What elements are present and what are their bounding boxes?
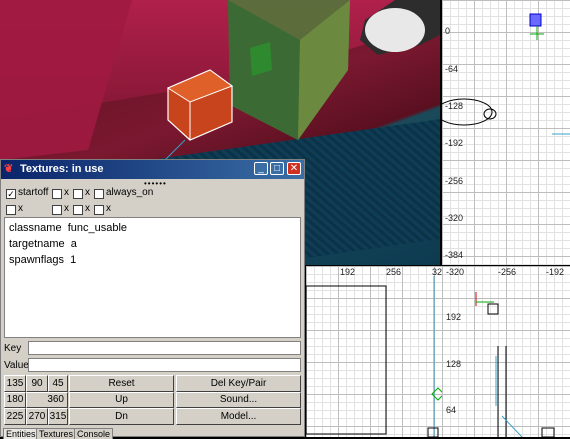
checkbox-label: startoff [18, 187, 49, 198]
angle-225-button[interactable]: 225 [4, 408, 26, 425]
property-row[interactable]: spawnflags 1 [9, 254, 76, 266]
property-row[interactable]: targetname a [9, 238, 77, 250]
reset-button[interactable]: Reset [69, 375, 174, 392]
checkbox-label: x [18, 203, 23, 214]
property-row[interactable]: classname func_usable [9, 222, 127, 234]
key-label: Key [4, 343, 22, 354]
checkbox-always-on[interactable] [94, 189, 104, 199]
maximize-button[interactable]: □ [270, 162, 284, 175]
side-view-geometry [475, 292, 555, 437]
value-input[interactable] [28, 358, 301, 372]
grid-view-front[interactable]: 192 256 32 [306, 266, 442, 437]
checkbox-label: x [64, 203, 69, 214]
window-title: Textures: in use [20, 163, 104, 175]
angle-180-button[interactable]: 180 [4, 392, 26, 408]
value-label: Value [4, 360, 29, 371]
checkbox-flag-8[interactable] [94, 205, 104, 215]
front-view-geometry [306, 276, 442, 437]
checkbox-label: x [64, 187, 69, 198]
tab-console[interactable]: Console [74, 428, 114, 439]
tab-textures[interactable]: Textures [36, 428, 77, 439]
close-button[interactable]: ✕ [287, 162, 301, 175]
checkbox-label: x [85, 187, 90, 198]
checkbox-flag-3[interactable] [73, 189, 83, 199]
tab-entities[interactable]: Entities [3, 428, 39, 439]
checkbox-flag-5[interactable] [6, 205, 16, 215]
checkbox-startoff[interactable]: ✓ [6, 189, 16, 199]
angle-315-button[interactable]: 315 [48, 408, 68, 425]
property-value: a [70, 238, 77, 250]
checkbox-flag-2[interactable] [52, 189, 62, 199]
grid-view-top[interactable]: 0 -64 -128 -192 -256 -320 -384 [442, 0, 570, 265]
del-key-pair-button[interactable]: Del Key/Pair [176, 375, 301, 392]
angle-270-button[interactable]: 270 [26, 408, 48, 425]
sound-button[interactable]: Sound... [176, 392, 301, 408]
property-key: targetname [9, 238, 65, 250]
dn-button[interactable]: Dn [69, 408, 174, 425]
minimize-button[interactable]: _ [254, 162, 268, 175]
entity-properties-list[interactable]: classname func_usable targetname a spawn… [4, 217, 301, 338]
checkbox-flag-6[interactable] [52, 205, 62, 215]
grid-view-side[interactable]: -320 -256 -192 192 128 64 [442, 266, 570, 437]
key-input[interactable] [28, 341, 301, 355]
property-key: classname [9, 222, 62, 234]
window-titlebar[interactable]: ❦ Textures: in use _ □ ✕ [1, 160, 304, 179]
checkbox-label: x [85, 203, 90, 214]
property-key: spawnflags [9, 254, 65, 266]
checkbox-flag-7[interactable] [73, 205, 83, 215]
property-value: 1 [70, 254, 77, 266]
model-button[interactable]: Model... [176, 408, 301, 425]
angle-45-button[interactable]: 45 [48, 375, 68, 392]
checkbox-label: always_on [106, 187, 154, 198]
angle-135-button[interactable]: 135 [4, 375, 26, 392]
angle-360-button[interactable]: 360 [26, 392, 68, 408]
checkbox-label: x [106, 203, 111, 214]
app-icon: ❦ [4, 163, 14, 175]
up-button[interactable]: Up [69, 392, 174, 408]
entity-inspector-window: ❦ Textures: in use _ □ ✕ •••••• ✓ starto… [0, 159, 305, 439]
angle-90-button[interactable]: 90 [26, 375, 48, 392]
top-view-geometry [442, 13, 570, 135]
property-value: func_usable [67, 222, 128, 234]
